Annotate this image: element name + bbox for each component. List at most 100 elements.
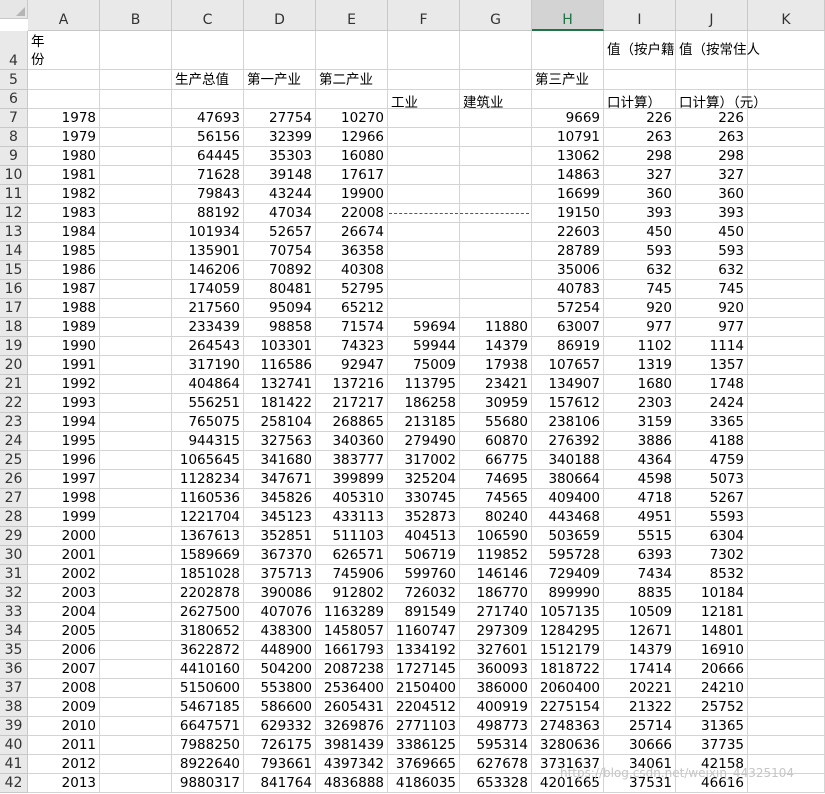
row-header[interactable]: 18	[0, 318, 28, 337]
cell[interactable]: 745	[676, 280, 748, 299]
cell[interactable]: 116586	[244, 356, 316, 375]
cell[interactable]	[748, 337, 825, 356]
cell[interactable]: 393	[604, 204, 676, 223]
cell[interactable]: 74565	[460, 489, 532, 508]
cell[interactable]: 39148	[244, 166, 316, 185]
cell[interactable]	[748, 736, 825, 755]
cell[interactable]	[460, 31, 532, 70]
cell[interactable]	[100, 109, 172, 128]
cell[interactable]: 2006	[28, 641, 100, 660]
cell[interactable]: 2002	[28, 565, 100, 584]
cell[interactable]: 226	[604, 109, 676, 128]
cell[interactable]: 79843	[172, 185, 244, 204]
cell[interactable]: 3280636	[532, 736, 604, 755]
cell[interactable]: 2010	[28, 717, 100, 736]
cell[interactable]: 345123	[244, 508, 316, 527]
cell[interactable]	[100, 432, 172, 451]
cell[interactable]: 2012	[28, 755, 100, 774]
cell[interactable]: 264543	[172, 337, 244, 356]
cell[interactable]: 59694	[388, 318, 460, 337]
cell[interactable]: 912802	[316, 584, 388, 603]
cell[interactable]: 726032	[388, 584, 460, 603]
cell[interactable]: 1727145	[388, 660, 460, 679]
cell[interactable]: 13062	[532, 147, 604, 166]
cell[interactable]	[100, 356, 172, 375]
cell[interactable]: 2087238	[316, 660, 388, 679]
cell[interactable]: 841764	[244, 774, 316, 793]
cell[interactable]	[748, 70, 825, 90]
cell[interactable]: 23421	[460, 375, 532, 394]
cell[interactable]: 899990	[532, 584, 604, 603]
cell[interactable]: 31365	[676, 717, 748, 736]
cell[interactable]: 1992	[28, 375, 100, 394]
cell[interactable]: 450	[604, 223, 676, 242]
cell[interactable]	[388, 70, 460, 90]
row-header[interactable]: 26	[0, 470, 28, 489]
cell[interactable]: 74695	[460, 470, 532, 489]
row-header[interactable]: 37	[0, 679, 28, 698]
cell[interactable]: 10184	[676, 584, 748, 603]
cell[interactable]: 60870	[460, 432, 532, 451]
cell[interactable]: 632	[676, 261, 748, 280]
row-header[interactable]: 41	[0, 755, 28, 774]
row-header[interactable]: 13	[0, 223, 28, 242]
cell[interactable]	[748, 451, 825, 470]
cell[interactable]: 95094	[244, 299, 316, 318]
row-header[interactable]: 5	[0, 70, 28, 90]
cell[interactable]: 132741	[244, 375, 316, 394]
row-header[interactable]: 6	[0, 90, 28, 109]
cell[interactable]: 360	[676, 185, 748, 204]
cell[interactable]	[460, 166, 532, 185]
cell[interactable]: 146146	[460, 565, 532, 584]
cell[interactable]: 268865	[316, 413, 388, 432]
cell[interactable]: 1334192	[388, 641, 460, 660]
cell[interactable]: 258104	[244, 413, 316, 432]
row-header[interactable]: 19	[0, 337, 28, 356]
cell[interactable]: 5267	[676, 489, 748, 508]
cell[interactable]: 2303	[604, 394, 676, 413]
cell[interactable]	[460, 299, 532, 318]
cell[interactable]: 632	[604, 261, 676, 280]
cell[interactable]	[748, 242, 825, 261]
cell[interactable]: 1102	[604, 337, 676, 356]
cell[interactable]	[100, 736, 172, 755]
cell[interactable]: 4186035	[388, 774, 460, 793]
cell[interactable]: 14863	[532, 166, 604, 185]
cell[interactable]: 26674	[316, 223, 388, 242]
cell[interactable]: 146206	[172, 261, 244, 280]
cell[interactable]: 2771103	[388, 717, 460, 736]
row-header[interactable]: 12	[0, 204, 28, 223]
cell[interactable]: 1163289	[316, 603, 388, 622]
cell[interactable]: 36358	[316, 242, 388, 261]
cell[interactable]	[100, 489, 172, 508]
cell[interactable]: 944315	[172, 432, 244, 451]
cell[interactable]: 317190	[172, 356, 244, 375]
cell[interactable]: 71628	[172, 166, 244, 185]
cell[interactable]	[100, 565, 172, 584]
cell[interactable]: 438300	[244, 622, 316, 641]
cell[interactable]: 86919	[532, 337, 604, 356]
cell[interactable]: 217560	[172, 299, 244, 318]
cell[interactable]: 407076	[244, 603, 316, 622]
cell[interactable]: 745906	[316, 565, 388, 584]
cell[interactable]: 186770	[460, 584, 532, 603]
row-header[interactable]: 35	[0, 641, 28, 660]
cell[interactable]: 37735	[676, 736, 748, 755]
cell[interactable]: 4188	[676, 432, 748, 451]
cell[interactable]	[748, 394, 825, 413]
cell[interactable]: 352851	[244, 527, 316, 546]
cell[interactable]	[388, 299, 460, 318]
cell[interactable]	[460, 223, 532, 242]
cell[interactable]: 2424	[676, 394, 748, 413]
cell[interactable]: 24210	[676, 679, 748, 698]
cell[interactable]: 22603	[532, 223, 604, 242]
cell[interactable]: 5150600	[172, 679, 244, 698]
cell[interactable]	[460, 185, 532, 204]
cell[interactable]: 404864	[172, 375, 244, 394]
cell[interactable]: 393	[676, 204, 748, 223]
cell[interactable]	[748, 622, 825, 641]
cell[interactable]: 2000	[28, 527, 100, 546]
cell[interactable]	[748, 204, 825, 223]
cell[interactable]	[748, 508, 825, 527]
cell[interactable]: 5467185	[172, 698, 244, 717]
